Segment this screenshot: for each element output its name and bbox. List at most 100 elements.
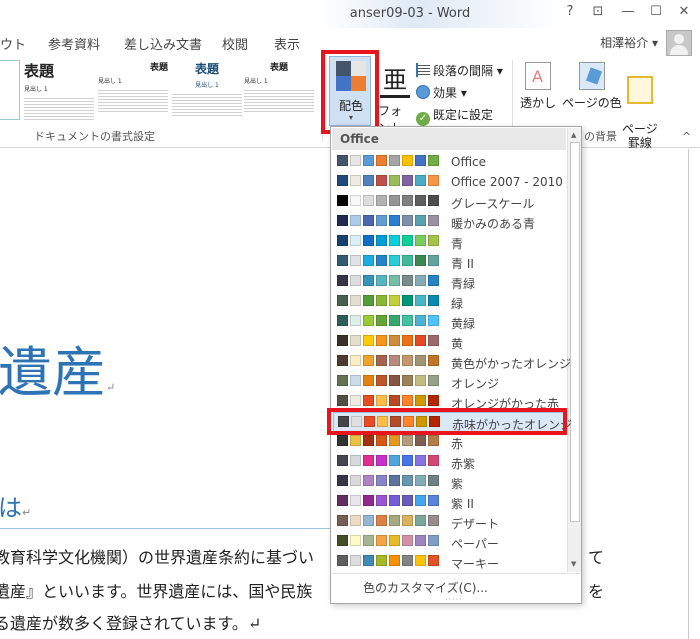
watermark-button[interactable]: A 透かし [520,62,556,111]
color-swatch [415,315,426,326]
paragraph-spacing-button[interactable]: 段落の間隔 ▾ [416,62,503,79]
color-swatch [376,255,387,266]
color-swatch [389,355,400,366]
color-swatch [428,455,439,466]
scroll-down-icon[interactable]: ▼ [571,560,576,568]
color-swatch [337,195,348,206]
body-fragment-1[interactable]: て [588,544,604,568]
page-color-icon [578,62,605,90]
color-scheme-item[interactable]: 黄色がかったオレンジ [333,352,571,372]
color-swatch [337,555,348,566]
color-swatches [337,435,441,449]
color-scheme-item[interactable]: デザート [333,512,567,532]
page-border-button[interactable]: ページ 罫線 [622,62,658,150]
color-swatch [363,235,374,246]
avatar[interactable] [666,30,692,56]
color-scheme-item[interactable]: 赤紫 [333,452,567,472]
color-scheme-item[interactable]: オレンジ [333,372,567,392]
body-line-2[interactable]: 遺産』といいます。世界遺産には、国や民族 [0,578,312,602]
color-swatch [337,395,348,406]
color-palette-icon [336,61,366,91]
tab-review[interactable]: 校閲 [222,34,248,53]
watermark-icon: A [525,62,551,90]
user-account[interactable]: 相澤裕介 ▾ [600,34,658,51]
color-scheme-item[interactable]: 青 II [333,252,567,272]
tab-mailings[interactable]: 差し込み文書 [124,34,202,53]
color-swatch [337,515,348,526]
color-swatch [389,275,400,286]
color-scheme-item[interactable]: Office [333,152,567,172]
color-swatches [337,395,441,409]
tab-references[interactable]: 参考資料 [48,34,100,53]
color-scheme-item[interactable]: 暖かみのある青 [333,212,567,232]
color-scheme-name: 黄緑 [451,317,476,331]
customize-colors-item[interactable]: 色のカスタマイズ(C)... [363,579,488,596]
close-button[interactable]: ✕ [672,4,696,19]
style-thumb-partial[interactable] [0,60,20,120]
color-swatch [402,495,413,506]
style-thumb-2[interactable]: 表題 見出し 1 [98,60,168,124]
scroll-up-icon[interactable]: ▲ [571,131,576,139]
tab-layout[interactable]: ウト [0,34,26,53]
color-scheme-item[interactable]: 黄緑 [333,312,567,332]
style-thumb-3[interactable]: 表題 見出し 1 [172,60,242,124]
minimize-button[interactable]: — [616,4,640,19]
color-scheme-name: Office [451,155,487,169]
color-scheme-name: マーキー [451,557,500,571]
color-scheme-item[interactable]: 紫 [333,472,567,492]
color-swatch [402,375,413,386]
color-swatches [337,155,441,169]
color-swatch [376,455,387,466]
page-color-button[interactable]: ページの色 [562,62,622,111]
color-scheme-name: オレンジ [451,377,500,391]
resize-grip-icon[interactable]: ····· [445,595,463,604]
color-scheme-item[interactable]: 緑 [333,292,567,312]
color-swatch [350,515,361,526]
document-heading[interactable]: 遺産↵ [0,328,115,407]
color-swatch [376,515,387,526]
colors-button[interactable]: 配色 ▾ [329,56,371,126]
color-scheme-item[interactable]: 黄 [333,332,567,352]
color-scheme-item[interactable]: グレースケール [333,192,567,212]
dropdown-scrollbar[interactable]: ▲ ▼ [567,128,581,572]
color-swatch [350,375,361,386]
color-scheme-item[interactable]: 青緑 [333,272,567,292]
style-thumb-4[interactable]: 表題 見出し 1 [244,60,314,124]
heading-text: 遺産 [0,341,106,404]
color-swatch [389,255,400,266]
color-swatch [428,255,439,266]
color-swatch [376,175,387,186]
group-label-page-background: の背景 [584,130,617,143]
color-swatches [337,235,441,249]
color-scheme-item[interactable]: 青 [333,232,567,252]
body-line-1[interactable]: 教育科学文化機関）の世界遺産条約に基づい [0,544,314,568]
maximize-button[interactable]: ☐ [644,4,668,19]
document-subheading[interactable]: は↵ [0,488,31,523]
effects-button[interactable]: 効果 ▾ [416,84,467,101]
effects-icon [416,85,430,99]
color-scheme-item[interactable]: Office 2007 - 2010 [333,172,567,192]
help-button[interactable]: ? [558,4,582,19]
color-scheme-name: 青 II [451,257,474,271]
style-thumb-title: 表題 [269,63,288,73]
color-swatch [350,355,361,366]
color-scheme-item[interactable]: ペーパー [333,532,567,552]
color-swatch [376,435,387,446]
color-swatch [415,195,426,206]
style-thumb-1[interactable]: 表題 見出し 1 [24,60,94,124]
set-default-button[interactable]: ✓ 既定に設定 [416,106,493,126]
tab-view[interactable]: 表示 [274,34,300,53]
color-scheme-item[interactable]: 赤 [333,432,567,452]
collapse-ribbon-icon[interactable]: ^ [682,130,691,143]
fonts-button[interactable]: 亜 フォント ▾ [378,60,412,145]
color-scheme-item[interactable]: マーキー [333,552,567,572]
color-swatch [350,275,361,286]
body-fragment-2[interactable]: を [588,578,604,602]
body-line-3[interactable]: る遺産が数多く登録されています。↵ [0,610,261,634]
color-swatch [363,455,374,466]
color-swatch [428,435,439,446]
color-swatch [350,255,361,266]
scroll-thumb[interactable] [570,142,580,522]
color-scheme-item[interactable]: 紫 II [333,492,567,512]
ribbon-display-button[interactable]: ⊡ [586,4,610,19]
